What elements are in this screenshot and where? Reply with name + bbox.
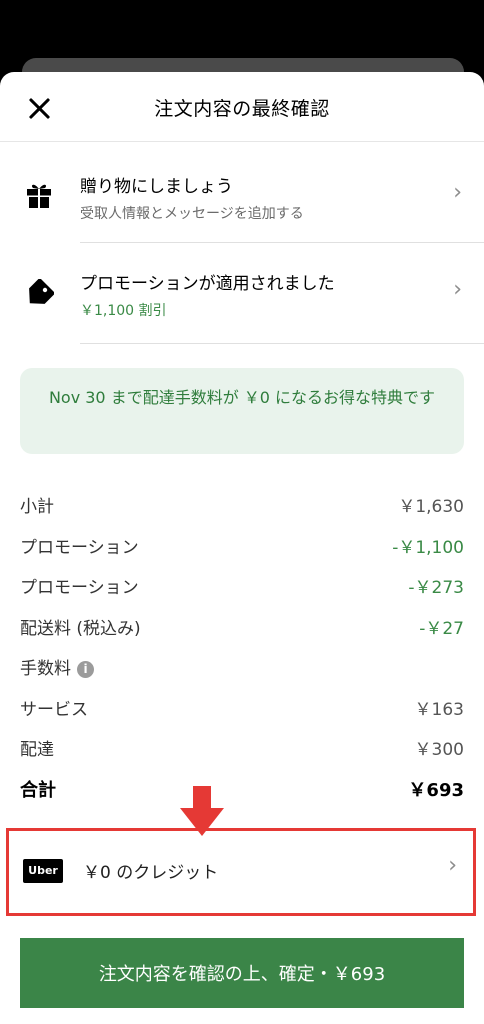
header: 注文内容の最終確認 xyxy=(0,72,484,142)
promotion-line: プロモーション -￥1,100 xyxy=(20,533,464,574)
promotion-discount: ￥1,100 割引 xyxy=(80,303,167,319)
divider xyxy=(80,343,484,344)
shipping-amount: -￥27 xyxy=(419,618,464,639)
delivery-fee-line: 配達 ￥300 xyxy=(20,735,464,776)
info-icon[interactable]: i xyxy=(77,661,94,678)
promotion-label: プロモーション xyxy=(20,537,139,558)
shipping-label: 配送料 (税込み) xyxy=(20,618,141,639)
order-confirmation-sheet: 注文内容の最終確認 贈り物にしましょう 受取人情報とメッセージを追加する › プ… xyxy=(0,72,484,1024)
fees-label: 手数料 xyxy=(20,659,71,679)
promotion-text: プロモーションが適用されました ￥1,100 割引 xyxy=(80,269,335,320)
promotion-label: プロモーション xyxy=(20,578,139,598)
chevron-right-icon: › xyxy=(453,277,462,302)
promotion-line: プロモーション -￥273 xyxy=(20,573,464,614)
total-amount: ￥693 xyxy=(408,779,464,801)
confirm-order-button[interactable]: 注文内容を確認の上、確定・￥693 xyxy=(20,938,464,1008)
gift-icon xyxy=(27,184,51,208)
gift-title: 贈り物にしましょう xyxy=(80,177,233,197)
shipping-line: 配送料 (税込み) -￥27 xyxy=(20,614,464,655)
promotion-amount: -￥273 xyxy=(408,578,464,598)
chevron-right-icon: › xyxy=(448,853,457,878)
credit-text: ￥0 のクレジット xyxy=(83,863,219,883)
total-line: 合計 ￥693 xyxy=(20,776,464,817)
subtotal-line: 小計 ￥1,630 xyxy=(20,492,464,533)
delivery-fee-label: 配達 xyxy=(20,740,54,760)
uber-credit-row[interactable]: Uber ￥0 のクレジット › xyxy=(6,828,476,916)
promotion-amount: -￥1,100 xyxy=(392,537,464,558)
promotion-row[interactable]: プロモーションが適用されました ￥1,100 割引 › xyxy=(0,243,484,344)
gift-subtitle: 受取人情報とメッセージを追加する xyxy=(80,206,304,222)
fees-label-group: 手数料 i xyxy=(20,654,94,695)
page-title: 注文内容の最終確認 xyxy=(154,98,330,120)
uber-logo: Uber xyxy=(23,859,63,883)
gift-text: 贈り物にしましょう 受取人情報とメッセージを追加する xyxy=(80,172,304,223)
service-fee-amount: ￥163 xyxy=(414,699,464,720)
promotion-title: プロモーションが適用されました xyxy=(80,274,335,294)
subtotal-amount: ￥1,630 xyxy=(398,497,464,517)
delivery-fee-banner: Nov 30 まで配達手数料が ￥0 になるお得な特典です xyxy=(20,368,464,454)
fees-line: 手数料 i xyxy=(20,654,464,695)
total-label: 合計 xyxy=(20,779,56,801)
subtotal-label: 小計 xyxy=(20,497,54,517)
service-fee-line: サービス ￥163 xyxy=(20,695,464,736)
service-fee-label: サービス xyxy=(20,699,88,720)
tag-icon xyxy=(29,279,54,304)
delivery-fee-amount: ￥300 xyxy=(414,740,464,760)
price-summary: 小計 ￥1,630 プロモーション -￥1,100 プロモーション -￥273 … xyxy=(20,492,464,816)
gift-row[interactable]: 贈り物にしましょう 受取人情報とメッセージを追加する › xyxy=(0,142,484,243)
chevron-right-icon: › xyxy=(453,180,462,205)
